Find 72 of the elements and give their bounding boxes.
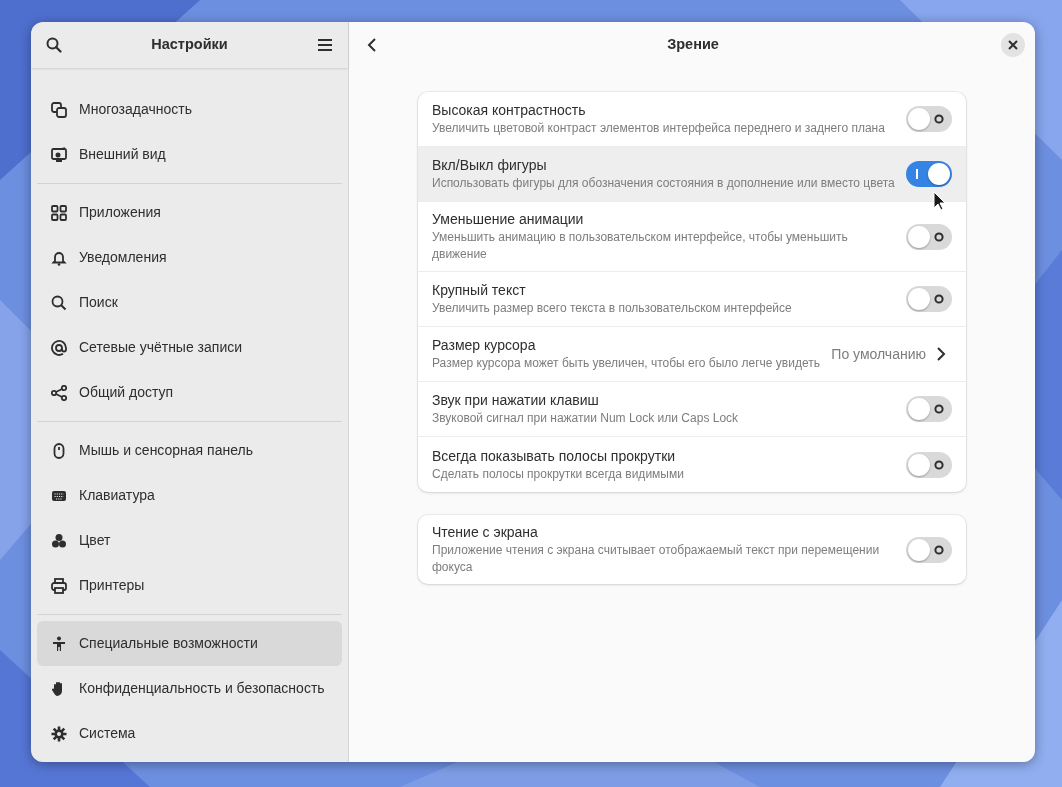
sidebar-item[interactable]: Уведомления bbox=[37, 235, 342, 280]
window-title: Настройки bbox=[150, 35, 229, 55]
row-subtitle: Звуковой сигнал при нажатии Num Lock или Caps Lock bbox=[432, 410, 740, 427]
at-icon bbox=[51, 339, 67, 356]
sidebar-item[interactable]: Клавиатура bbox=[37, 473, 342, 518]
settings-row[interactable]: Чтение с экрана Приложение чтения с экрана считывает отображаемый текст при перемещении фокуса bbox=[418, 515, 966, 584]
sidebar-item[interactable]: Система bbox=[37, 711, 342, 756]
sidebar-item[interactable]: Приложения bbox=[37, 190, 342, 235]
off-mark-icon bbox=[934, 404, 944, 414]
row-subtitle: Использовать фигуры для обозначения состояния в дополнение или вместо цвета bbox=[432, 175, 896, 192]
row-subtitle: Приложение чтения с экрана считывает отображаемый текст при перемещении фокуса bbox=[432, 542, 881, 576]
toggle-switch[interactable] bbox=[906, 223, 952, 250]
grid-icon bbox=[51, 204, 67, 221]
sidebar-item[interactable]: Принтеры bbox=[37, 563, 342, 608]
person-icon bbox=[51, 635, 67, 652]
row-title: Чтение с экрана bbox=[432, 523, 539, 542]
off-mark-icon bbox=[934, 294, 944, 304]
sidebar-item[interactable]: Внешний вид bbox=[37, 132, 342, 177]
sidebar-item[interactable]: Общий доступ bbox=[37, 370, 342, 415]
sidebar-item[interactable]: Специальные возможности bbox=[37, 621, 342, 666]
close-button[interactable] bbox=[1001, 33, 1025, 57]
row-title: Размер курсора bbox=[432, 336, 537, 355]
search-icon bbox=[51, 294, 67, 311]
sidebar-item[interactable]: Конфиденциальность и безопасность bbox=[37, 666, 342, 711]
row-subtitle: Уменьшить анимацию в пользовательском интерфейсе, чтобы уменьшить движение bbox=[432, 229, 849, 263]
settings-row[interactable]: Звук при нажатии клавиш Звуковой сигнал при нажатии Num Lock или Caps Lock bbox=[418, 382, 966, 437]
row-subtitle: Увеличить размер всего текста в пользовательском интерфейсе bbox=[432, 300, 793, 317]
settings-row[interactable]: Вкл/Выкл фигуры Использовать фигуры для обозначения состояния в дополнение или вместо цвета bbox=[418, 147, 966, 202]
settings-row[interactable]: Размер курсора Размер курсора может быть увеличен, чтобы его было легче увидеть По умолчанию bbox=[418, 327, 966, 382]
row-subtitle: Сделать полосы прокрутки всегда видимыми bbox=[432, 465, 685, 483]
row-title: Звук при нажатии клавиш bbox=[432, 391, 600, 410]
gear-icon bbox=[51, 725, 67, 742]
toggle-switch[interactable] bbox=[906, 451, 952, 478]
row-title: Высокая контрастность bbox=[432, 101, 587, 120]
sidebar-item[interactable]: Многозадачность bbox=[37, 87, 342, 132]
off-mark-icon bbox=[934, 231, 944, 242]
pointer-icon bbox=[933, 191, 946, 211]
settings-row[interactable]: Крупный текст Увеличить размер всего текста в пользовательском интерфейсе bbox=[418, 272, 966, 327]
off-mark-icon bbox=[934, 544, 944, 555]
windows-icon bbox=[51, 101, 67, 118]
page-title: Зрение bbox=[666, 35, 720, 55]
sidebar-item[interactable]: Сетевые учётные записи bbox=[37, 325, 342, 370]
share-icon bbox=[51, 384, 67, 401]
mouse-icon bbox=[51, 442, 67, 459]
chevron-icon bbox=[936, 346, 946, 362]
sidebar-item[interactable]: Цвет bbox=[37, 518, 342, 563]
row-title: Крупный текст bbox=[432, 281, 527, 300]
back-icon bbox=[367, 37, 377, 53]
row-title: Уменьшение анимации bbox=[432, 210, 585, 229]
row-title: Вкл/Выкл фигуры bbox=[432, 156, 548, 175]
toggle-switch[interactable] bbox=[906, 161, 952, 187]
settings-row[interactable]: Уменьшение анимации Уменьшить анимацию в пользовательском интерфейсе, чтобы уменьшить движение bbox=[418, 202, 966, 272]
toggle-switch[interactable] bbox=[906, 286, 952, 312]
toggle-switch[interactable] bbox=[906, 396, 952, 422]
sidebar-item[interactable]: Поиск bbox=[37, 280, 342, 325]
row-subtitle: Увеличить цветовой контраст элементов интерфейса переднего и заднего плана bbox=[432, 120, 886, 137]
row-subtitle: Размер курсора может быть увеличен, чтобы его было легче увидеть bbox=[432, 355, 821, 372]
row-value: По умолчанию bbox=[831, 344, 926, 364]
menu-icon bbox=[317, 38, 333, 52]
toggle-switch[interactable] bbox=[906, 106, 952, 132]
sidebar-item[interactable]: Мышь и сенсорная панель bbox=[37, 428, 342, 473]
row-title: Всегда показывать полосы прокрутки bbox=[432, 446, 677, 466]
off-mark-icon bbox=[934, 459, 944, 470]
settings-row[interactable]: Всегда показывать полосы прокрутки Сделать полосы прокрутки всегда видимыми bbox=[418, 437, 966, 492]
monitor-icon bbox=[51, 146, 67, 163]
off-mark-icon bbox=[934, 114, 944, 124]
search-icon bbox=[46, 37, 62, 53]
close-icon bbox=[1008, 40, 1018, 50]
printer-icon bbox=[51, 577, 67, 594]
bell-icon bbox=[51, 249, 67, 266]
circles-icon bbox=[51, 532, 67, 549]
toggle-switch[interactable] bbox=[906, 536, 952, 563]
